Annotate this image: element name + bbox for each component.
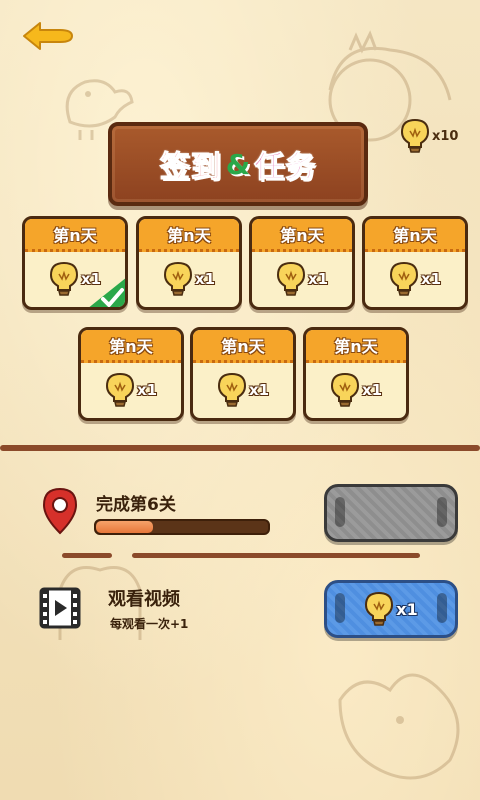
title-plate: 签到 & 任务 — [108, 122, 368, 206]
video-claim-button[interactable]: x1 — [324, 580, 458, 638]
film-play-icon — [39, 587, 81, 629]
day-label: 第n天 — [280, 226, 324, 245]
lightbulb-icon — [163, 261, 192, 296]
level-claim-button[interactable] — [324, 484, 458, 542]
level-progress-fill — [96, 521, 153, 533]
day-card-4[interactable]: 第n天 x1 — [362, 216, 468, 310]
day-label: 第n天 — [109, 337, 153, 356]
task-divider-left — [62, 553, 112, 558]
lightbulb-icon — [217, 372, 246, 407]
day-card-header: 第n天 — [139, 219, 239, 252]
level-task-title: 完成第6关 — [96, 495, 176, 515]
day-card-body: x1 — [306, 363, 406, 417]
day-card-header: 第n天 — [193, 330, 293, 363]
title-tasks: 任务 — [254, 150, 317, 186]
day-card-1[interactable]: 第n天 x1 — [22, 216, 128, 310]
lightbulb-icon — [330, 372, 359, 407]
lightbulb-icon — [276, 261, 305, 296]
claimed-check-icon — [89, 278, 125, 307]
section-divider — [0, 445, 480, 451]
button-knob-right — [437, 497, 447, 527]
day-label: 第n天 — [393, 226, 437, 245]
day-label: 第n天 — [53, 226, 97, 245]
day-card-header: 第n天 — [25, 219, 125, 252]
day-card-header: 第n天 — [306, 330, 406, 363]
day-card-3[interactable]: 第n天 x1 — [249, 216, 355, 310]
day-label: 第n天 — [221, 337, 265, 356]
lightbulb-icon — [365, 591, 394, 626]
map-pin-icon — [42, 487, 78, 535]
day-card-header: 第n天 — [365, 219, 465, 252]
level-progress-bar — [94, 519, 270, 535]
back-arrow-icon[interactable] — [20, 20, 74, 52]
day-reward: x1 — [194, 270, 216, 288]
lightbulb-icon — [389, 261, 418, 296]
task-divider-right — [132, 553, 420, 558]
day-label: 第n天 — [167, 226, 211, 245]
day-card-body: x1 — [139, 252, 239, 306]
lightbulb-icon — [49, 261, 78, 296]
button-knob-right — [437, 593, 447, 623]
day-card-5[interactable]: 第n天 x1 — [78, 327, 184, 421]
lightbulb-icon — [400, 118, 430, 153]
button-knob-left — [335, 593, 345, 623]
button-knob-left — [335, 497, 345, 527]
bulb-balance: x10 — [400, 116, 470, 156]
dog-doodle-icon — [338, 673, 460, 780]
day-reward: x1 — [248, 381, 270, 399]
video-reward: x1 — [396, 599, 418, 619]
day-card-body: x1 — [81, 363, 181, 417]
day-label: 第n天 — [334, 337, 378, 356]
lightbulb-icon — [105, 372, 134, 407]
day-reward: x1 — [136, 381, 158, 399]
day-reward: x1 — [361, 381, 383, 399]
day-card-body: x1 — [365, 252, 465, 306]
day-reward: x1 — [420, 270, 442, 288]
day-card-header: 第n天 — [81, 330, 181, 363]
day-card-6[interactable]: 第n天 x1 — [190, 327, 296, 421]
title-checkin: 签到 — [159, 150, 222, 186]
bulb-total-count: x10 — [432, 128, 459, 144]
day-card-7[interactable]: 第n天 x1 — [303, 327, 409, 421]
day-card-body: x1 — [252, 252, 352, 306]
day-card-2[interactable]: 第n天 x1 — [136, 216, 242, 310]
day-reward: x1 — [307, 270, 329, 288]
day-card-header: 第n天 — [252, 219, 352, 252]
day-card-body: x1 — [193, 363, 293, 417]
video-task-title: 观看视频 — [108, 589, 180, 610]
title-ampersand: & — [225, 147, 251, 181]
video-task-subtitle: 每观看一次+1 — [110, 617, 189, 631]
